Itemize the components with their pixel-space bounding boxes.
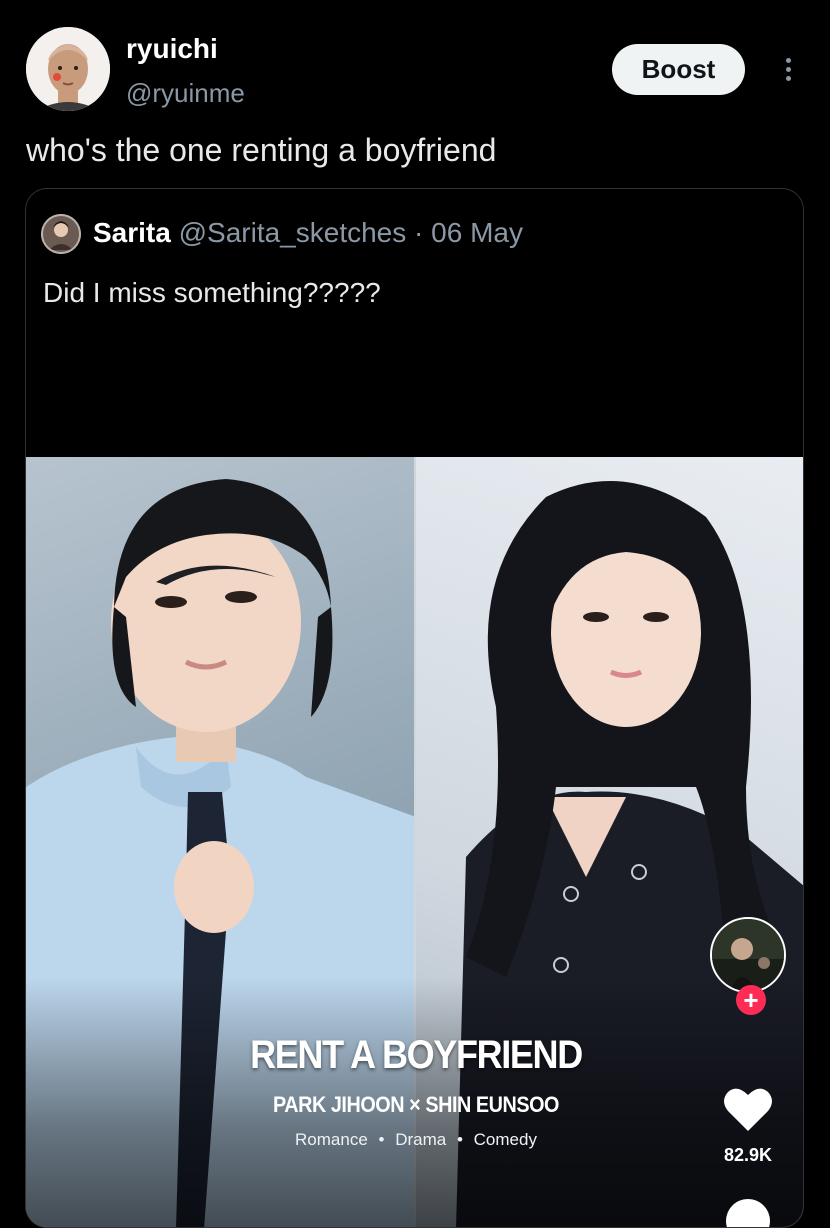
more-options-button[interactable] — [770, 46, 806, 92]
follow-plus-icon[interactable]: + — [736, 985, 766, 1015]
quote-author-avatar[interactable] — [41, 214, 81, 254]
genre-item: Romance — [295, 1130, 368, 1149]
poster-title-block: RENT A BOYFRIEND PARK JIHOON × SHIN EUNS… — [206, 1033, 626, 1150]
genre-bullet: • — [378, 1130, 385, 1149]
poster-cast: PARK JIHOON × SHIN EUNSOO — [227, 1092, 605, 1118]
cast-right: SHIN EUNSOO — [425, 1092, 560, 1117]
author-avatar[interactable] — [26, 27, 110, 111]
quote-author-name[interactable]: Sarita — [93, 217, 171, 248]
boost-button[interactable]: Boost — [612, 44, 745, 95]
genre-bullet: • — [456, 1130, 463, 1149]
author-handle[interactable]: @ryuinme — [126, 78, 245, 109]
quote-header: Sarita @Sarita_sketches · 06 May — [93, 217, 523, 249]
quoted-post-card[interactable]: Sarita @Sarita_sketches · 06 May Did I m… — [25, 188, 804, 1228]
more-vertical-icon-dot — [785, 75, 791, 81]
quote-author-handle[interactable]: @Sarita_sketches — [179, 217, 407, 248]
post-text: who's the one renting a boyfriend — [26, 132, 497, 168]
creator-avatar[interactable] — [710, 917, 786, 993]
poster-genres: Romance • Drama • Comedy — [206, 1130, 626, 1150]
genre-item: Comedy — [473, 1130, 537, 1149]
poster-title: RENT A BOYFRIEND — [250, 1033, 583, 1077]
more-vertical-icon — [785, 57, 791, 63]
more-vertical-icon-dot — [785, 66, 791, 72]
quote-media-image[interactable]: RENT A BOYFRIEND PARK JIHOON × SHIN EUNS… — [26, 457, 803, 1227]
heart-icon[interactable] — [722, 1085, 774, 1133]
author-avatar-image — [26, 27, 110, 111]
quote-text: Did I miss something????? — [43, 277, 381, 308]
author-name[interactable]: ryuichi — [126, 33, 218, 65]
cast-left: PARK JIHOON — [272, 1092, 405, 1117]
like-count: 82.9K — [723, 1145, 773, 1165]
quote-separator: · — [414, 217, 424, 248]
genre-item: Drama — [395, 1130, 447, 1149]
quote-date[interactable]: 06 May — [431, 217, 523, 248]
cast-joiner: × — [409, 1092, 421, 1117]
quote-author-avatar-image — [41, 214, 81, 254]
creator-avatar-image — [712, 919, 784, 991]
